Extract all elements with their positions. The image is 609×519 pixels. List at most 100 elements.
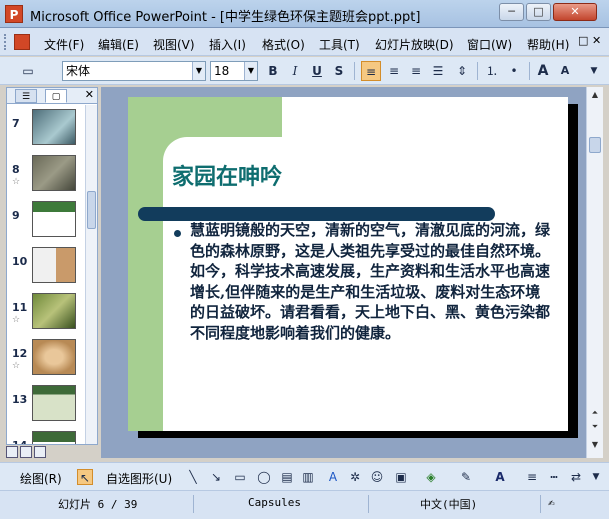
font-color-icon[interactable]: A: [492, 469, 508, 485]
minimize-button[interactable]: ─: [499, 3, 524, 21]
shrink-font-button[interactable]: A: [555, 61, 575, 81]
slide-thumbnail[interactable]: 8 ☆: [7, 155, 85, 203]
slide-thumbnail[interactable]: 7: [7, 109, 85, 157]
picture-icon[interactable]: ▣: [393, 469, 409, 485]
bullets-icon[interactable]: •: [504, 61, 524, 81]
menu-grip[interactable]: [4, 34, 7, 50]
scroll-up-icon[interactable]: ▲: [589, 89, 601, 101]
slide-thumbnail-image[interactable]: [32, 201, 76, 237]
diagram-icon[interactable]: ✲: [347, 469, 363, 485]
dash-style-icon[interactable]: ┅: [546, 469, 562, 485]
autoshapes-button[interactable]: 自选图形(U): [106, 470, 172, 487]
line-style-icon[interactable]: ≡: [524, 469, 540, 485]
menu-window[interactable]: 窗口(W): [467, 36, 512, 53]
slide-thumbnail-image[interactable]: [32, 155, 76, 191]
doc-close-button[interactable]: ✕: [592, 34, 601, 47]
italic-button[interactable]: I: [285, 61, 305, 81]
underline-button[interactable]: U: [307, 61, 327, 81]
font-size-select[interactable]: 18 ▼: [210, 61, 258, 81]
new-document-icon[interactable]: ▭: [18, 61, 38, 81]
restore-button[interactable]: □: [526, 3, 551, 21]
oval-icon[interactable]: ◯: [256, 469, 272, 485]
line-color-icon[interactable]: ✎: [458, 469, 474, 485]
menu-tools[interactable]: 工具(T): [319, 36, 360, 53]
menu-help[interactable]: 帮助(H): [527, 36, 569, 53]
wordart-icon[interactable]: A: [325, 469, 341, 485]
bold-button[interactable]: B: [263, 61, 283, 81]
chevron-down-icon[interactable]: ▼: [244, 62, 257, 80]
numbering-icon[interactable]: ⒈: [482, 61, 502, 81]
slide-sorter-icon[interactable]: [20, 446, 32, 458]
align-center-icon[interactable]: ≡: [384, 61, 404, 81]
shadow-button[interactable]: S: [329, 61, 349, 81]
slide-thumbnail[interactable]: 13: [7, 385, 85, 433]
menu-view[interactable]: 视图(V): [153, 36, 195, 53]
slide-thumbnail[interactable]: 9: [7, 201, 85, 249]
chevron-down-icon[interactable]: ▼: [192, 62, 205, 80]
previous-slide-icon[interactable]: ⏶: [589, 407, 601, 419]
toolbar-options-icon[interactable]: ▼: [588, 469, 604, 485]
slide-thumbnail-image[interactable]: [32, 431, 76, 444]
scrollbar-thumb[interactable]: [589, 137, 601, 153]
arrow-icon[interactable]: ↘: [208, 469, 224, 485]
slide-thumbnail-image[interactable]: [32, 339, 76, 375]
slide-thumbnail[interactable]: 12 ☆: [7, 339, 85, 387]
menu-edit[interactable]: 编辑(E): [98, 36, 139, 53]
animation-star-icon: ☆: [12, 315, 21, 325]
font-name-select[interactable]: 宋体 ▼: [62, 61, 206, 81]
line-spacing-icon[interactable]: ⇕: [452, 61, 472, 81]
slide-body-text[interactable]: 慧蓝明镜般的天空，清新的空气，清澈见底的河流，绿色的森林原野，这是人类祖先享受过…: [190, 220, 550, 343]
title-underline-bar: [138, 207, 495, 221]
clipart-icon[interactable]: ☺: [369, 469, 385, 485]
align-right-icon[interactable]: ≡: [406, 61, 426, 81]
toolbar-options-icon[interactable]: ▼: [584, 61, 604, 81]
vertical-textbox-icon[interactable]: ▥: [300, 469, 316, 485]
slide-thumbnail[interactable]: 10: [7, 247, 85, 295]
draw-menu-button[interactable]: 绘图(R): [20, 470, 62, 487]
fill-color-icon[interactable]: ◈: [423, 469, 439, 485]
slide-thumbnail-image[interactable]: [32, 109, 76, 145]
textbox-icon[interactable]: ▤: [279, 469, 295, 485]
thumbnail-scrollbar[interactable]: [85, 105, 97, 444]
tab-outline-icon[interactable]: ☰: [15, 89, 37, 103]
design-template-name: Capsules: [248, 496, 301, 509]
toolbar-separator: [477, 62, 478, 80]
slide-thumbnail-image[interactable]: [32, 247, 76, 283]
doc-restore-button[interactable]: □: [578, 34, 588, 47]
current-slide[interactable]: 家园在呻吟 慧蓝明镜般的天空，清新的空气，清澈见底的河流，绿色的森林原野，这是人…: [128, 97, 568, 431]
menu-file[interactable]: 文件(F): [44, 36, 84, 53]
grow-font-button[interactable]: A: [533, 61, 553, 81]
menu-slideshow[interactable]: 幻灯片放映(D): [375, 36, 454, 53]
align-left-icon[interactable]: ≡: [361, 61, 381, 81]
slide-thumbnail-image[interactable]: [32, 293, 76, 329]
arrow-style-icon[interactable]: ⇄: [568, 469, 584, 485]
slide-number: 14: [12, 439, 27, 444]
normal-view-icon[interactable]: [6, 446, 18, 458]
slideshow-icon[interactable]: [34, 446, 46, 458]
formatting-toolbar: ▭ 宋体 ▼ 18 ▼ B I U S ≡ ≡ ≡ ☰ ⇕ ⒈ • A A ▼: [0, 57, 609, 85]
animation-star-icon: ☆: [12, 177, 21, 187]
slide-thumbnail-image[interactable]: [32, 385, 76, 421]
close-icon[interactable]: ✕: [85, 88, 94, 101]
slide-scrollbar[interactable]: ▲ ⏶ ⏷ ▼: [586, 87, 603, 458]
scrollbar-thumb[interactable]: [87, 191, 96, 229]
status-divider: [193, 495, 194, 513]
document-icon[interactable]: [14, 34, 30, 50]
scroll-down-icon[interactable]: ▼: [589, 439, 601, 451]
select-pointer-icon[interactable]: ↖: [77, 469, 93, 485]
line-icon[interactable]: ╲: [185, 469, 201, 485]
rectangle-icon[interactable]: ▭: [232, 469, 248, 485]
slide-thumbnail[interactable]: 14: [7, 431, 85, 444]
powerpoint-app-icon[interactable]: P: [5, 5, 23, 23]
next-slide-icon[interactable]: ⏷: [589, 421, 601, 433]
close-button[interactable]: ✕: [553, 3, 597, 21]
tab-slides-icon[interactable]: ▢: [45, 89, 67, 103]
slide-title[interactable]: 家园在呻吟: [172, 159, 282, 191]
slide-editing-area: 家园在呻吟 慧蓝明镜般的天空，清新的空气，清澈见底的河流，绿色的森林原野，这是人…: [101, 87, 591, 458]
animation-star-icon: ☆: [12, 361, 21, 371]
slide-thumbnail[interactable]: 11 ☆: [7, 293, 85, 341]
menu-format[interactable]: 格式(O): [262, 36, 305, 53]
justify-icon[interactable]: ☰: [428, 61, 448, 81]
menu-insert[interactable]: 插入(I): [209, 36, 246, 53]
spellcheck-icon[interactable]: ✍: [548, 496, 555, 509]
